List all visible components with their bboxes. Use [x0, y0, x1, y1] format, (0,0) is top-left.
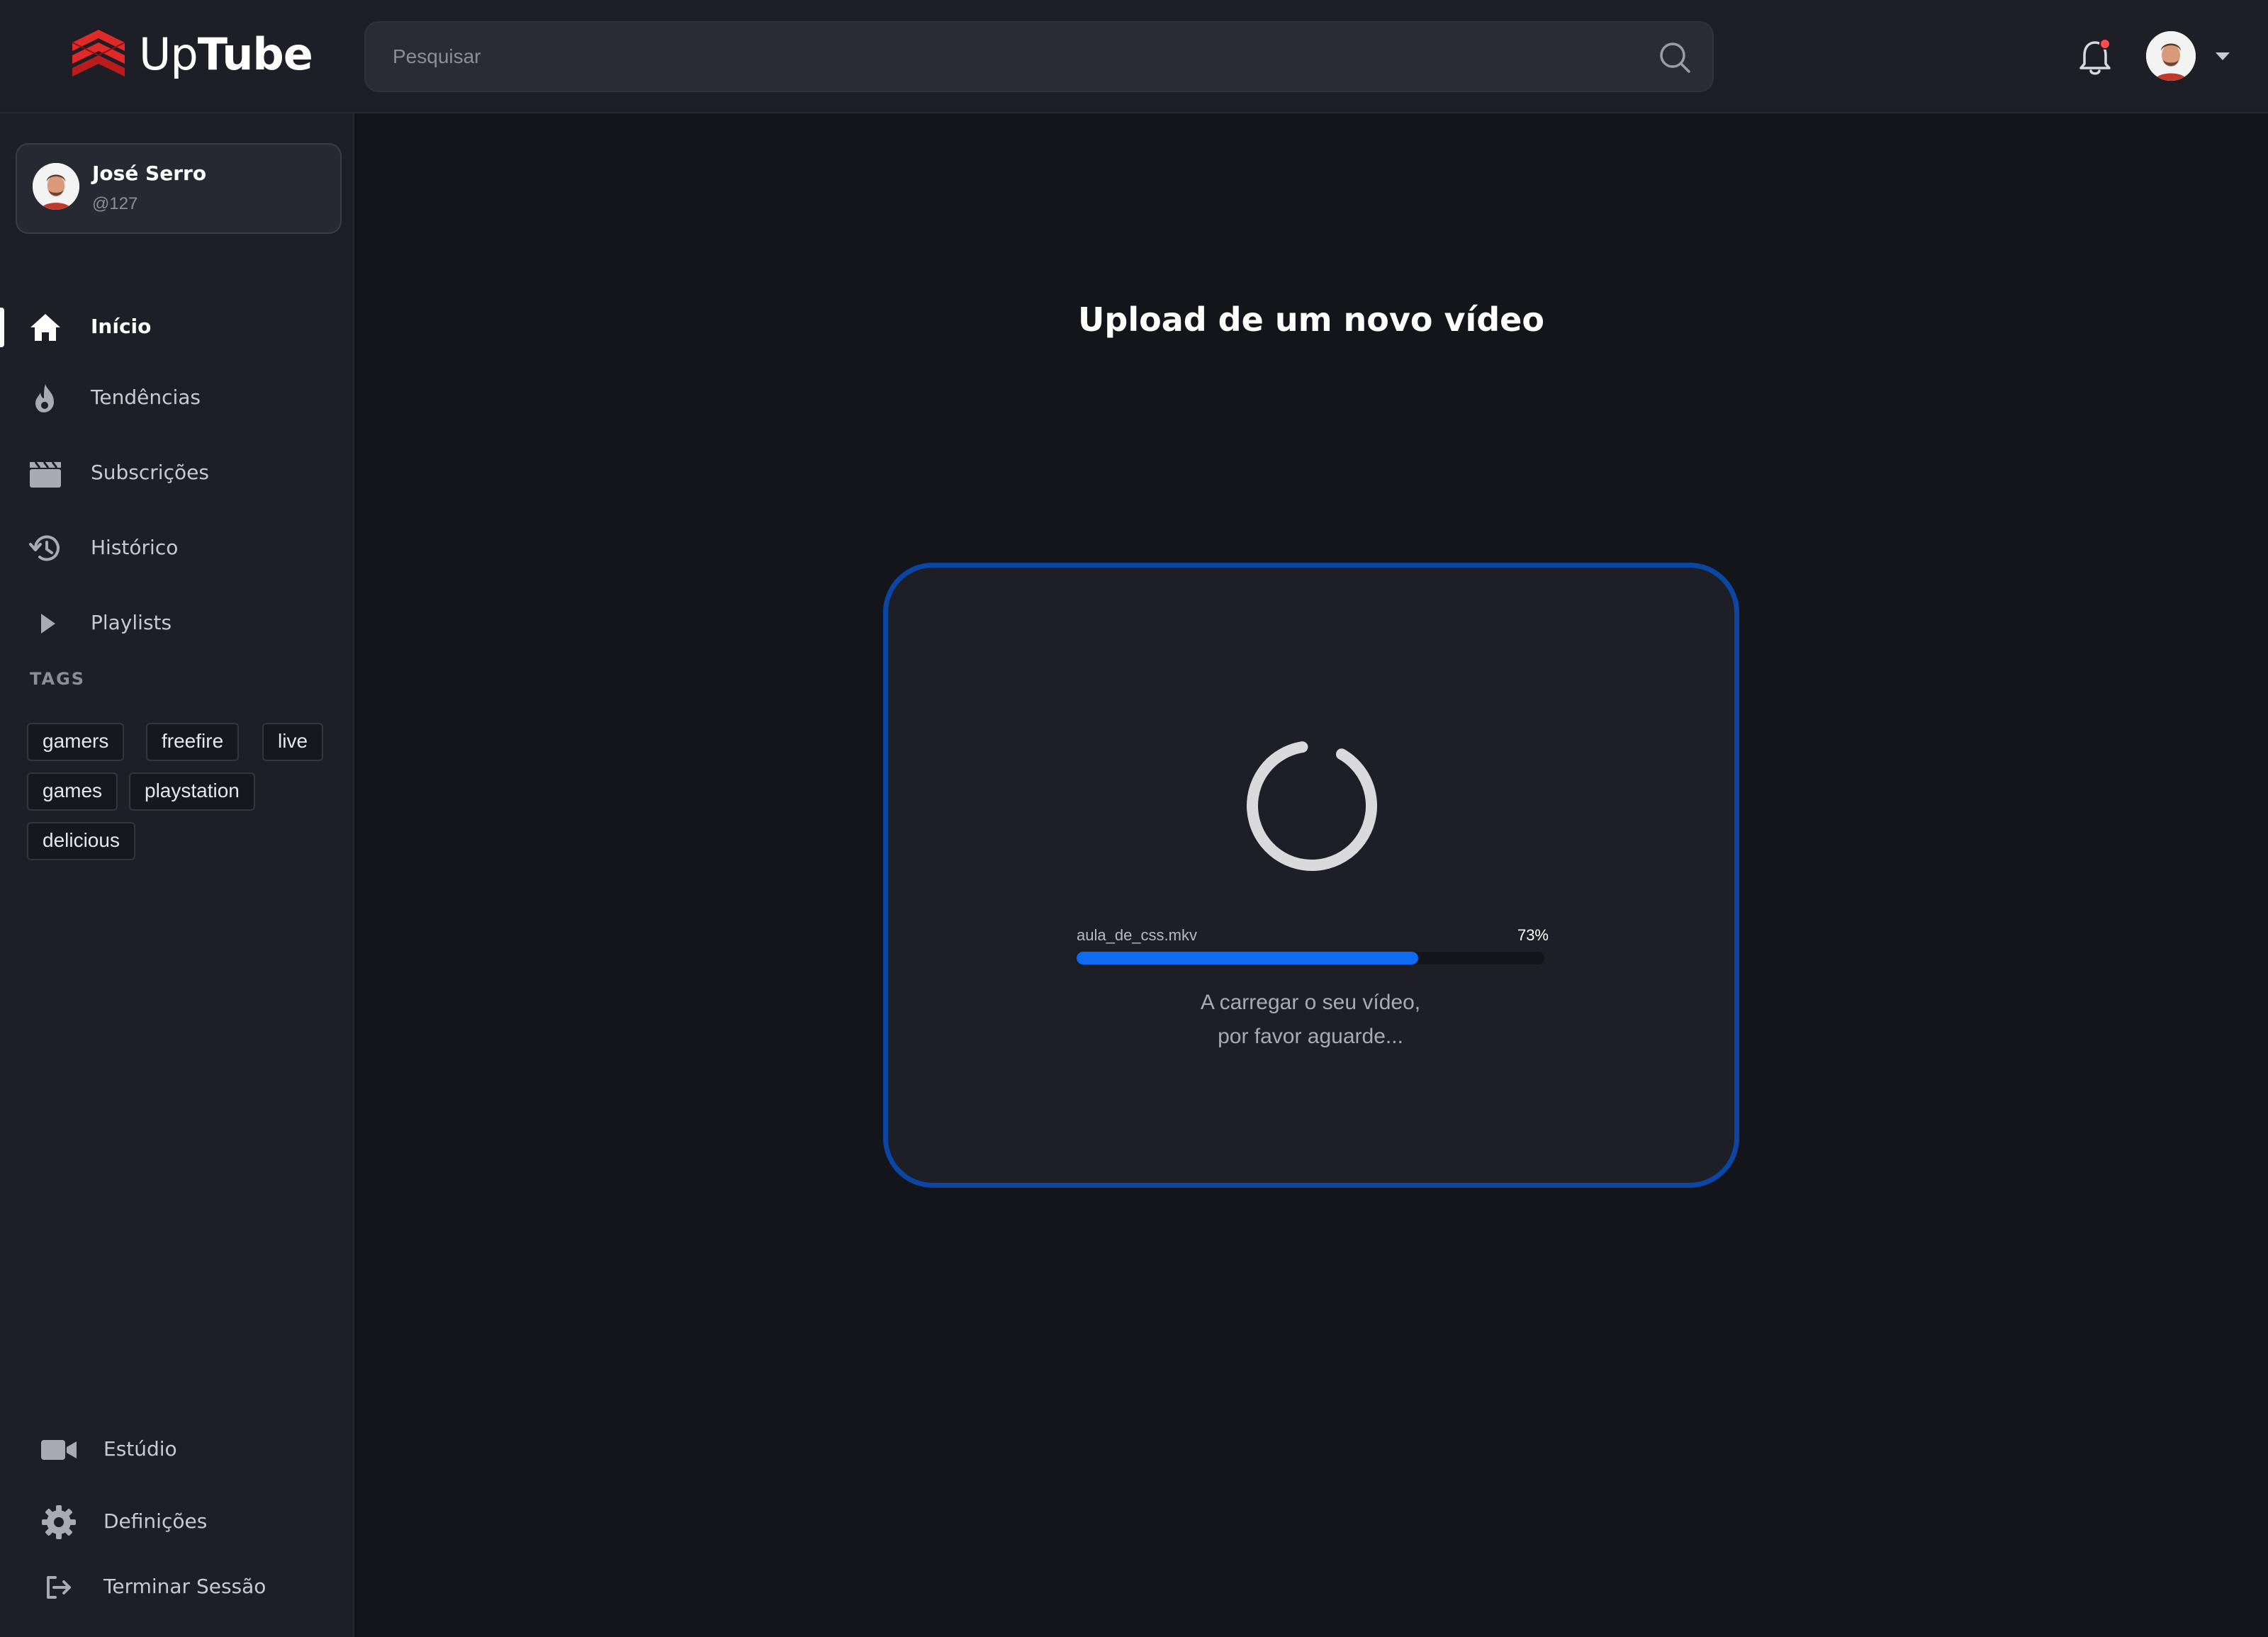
- profile-handle: @127: [92, 194, 138, 213]
- logo-text-tube: Tube: [197, 28, 313, 80]
- tags-title: TAGS: [30, 669, 86, 689]
- tag-chip[interactable]: freefire: [146, 723, 240, 761]
- home-icon: [30, 314, 60, 341]
- sidebar-item-label: Terminar Sessão: [103, 1575, 266, 1598]
- sidebar-item-label: Playlists: [91, 611, 172, 634]
- avatar: [33, 163, 79, 210]
- video-camera-icon: [41, 1440, 77, 1460]
- upload-progress-fill: [1077, 952, 1418, 964]
- sidebar-item-historico[interactable]: Histórico: [0, 520, 354, 577]
- sidebar-item-label: Estúdio: [103, 1437, 177, 1461]
- tag-chip[interactable]: playstation: [129, 772, 255, 811]
- upload-progress-bar: [1077, 952, 1544, 964]
- logout-icon: [47, 1576, 71, 1599]
- tag-chip[interactable]: gamers: [27, 723, 125, 761]
- clapperboard-icon: [30, 461, 61, 488]
- sidebar-item-label: Definições: [103, 1509, 208, 1533]
- gear-icon: [42, 1505, 76, 1539]
- flame-icon: [35, 384, 54, 412]
- avatar-image: [2146, 31, 2196, 81]
- logo-mark-icon: [72, 30, 125, 77]
- sidebar-item-subscricoes[interactable]: Subscrições: [0, 445, 354, 502]
- upload-message-line: por favor aguarde...: [1218, 1025, 1403, 1048]
- notification-badge: [2099, 38, 2111, 50]
- top-bar: UpTube: [0, 0, 2268, 113]
- sidebar-item-label: Início: [91, 315, 152, 338]
- sidebar-item-label: Tendências: [91, 386, 201, 409]
- upload-message-line: A carregar o seu vídeo,: [1200, 991, 1421, 1014]
- sidebar-item-estudio[interactable]: Estúdio: [0, 1422, 354, 1478]
- logo-text: UpTube: [139, 33, 313, 77]
- tag-chip[interactable]: games: [27, 772, 118, 811]
- history-icon: [29, 535, 60, 561]
- sidebar: José Serro @127 Início Tendências Subscr…: [0, 113, 354, 1637]
- profile-name: José Serro: [92, 162, 207, 185]
- loading-spinner-icon: [1247, 741, 1377, 871]
- upload-percent: 73%: [1517, 926, 1549, 944]
- search-icon[interactable]: [1658, 41, 1691, 74]
- upload-panel: aula_de_css.mkv 73% A carregar o seu víd…: [883, 563, 1739, 1188]
- search-input[interactable]: [393, 23, 1612, 91]
- tag-chip[interactable]: delicious: [27, 822, 135, 860]
- sidebar-item-inicio[interactable]: Início: [0, 299, 354, 356]
- upload-file-name: aula_de_css.mkv: [1077, 926, 1197, 944]
- uptube-logo[interactable]: UpTube: [68, 27, 313, 91]
- sidebar-item-playlists[interactable]: Playlists: [0, 595, 354, 652]
- avatar-image: [33, 163, 79, 210]
- chevron-down-icon[interactable]: [2214, 51, 2231, 62]
- sidebar-item-label: Histórico: [91, 536, 179, 559]
- search-bar: [364, 21, 1714, 92]
- upload-status-message: A carregar o seu vídeo, por favor aguard…: [1077, 986, 1544, 1054]
- avatar[interactable]: [2146, 31, 2196, 81]
- profile-card[interactable]: José Serro @127: [16, 143, 342, 234]
- sidebar-item-definicoes[interactable]: Definições: [0, 1494, 354, 1551]
- page-title: Upload de um novo vídeo: [1078, 300, 1544, 339]
- play-icon: [41, 614, 55, 634]
- sidebar-item-tendencias[interactable]: Tendências: [0, 370, 354, 427]
- sidebar-item-terminar-sessao[interactable]: Terminar Sessão: [0, 1559, 354, 1616]
- tag-chip[interactable]: live: [262, 723, 324, 761]
- logo-text-up: Up: [139, 28, 198, 80]
- sidebar-item-label: Subscrições: [91, 461, 209, 484]
